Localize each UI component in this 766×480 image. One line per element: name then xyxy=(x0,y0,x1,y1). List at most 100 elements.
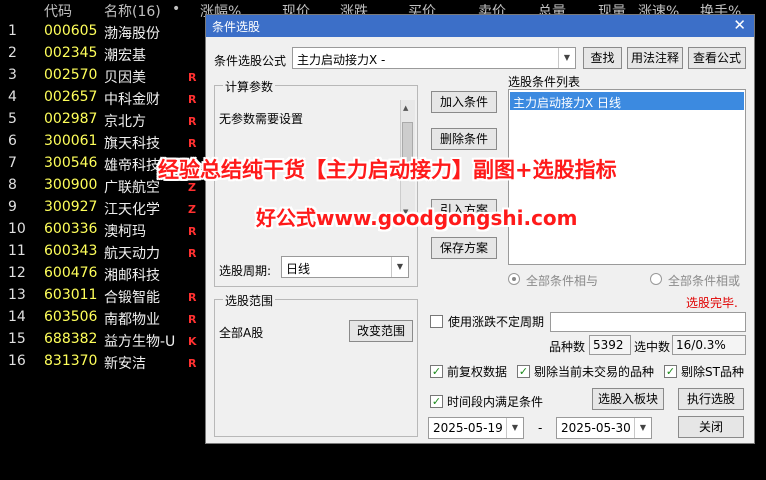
row-index: 6 xyxy=(8,133,17,149)
table-row[interactable]: 10 600336 澳柯玛 R xyxy=(0,219,210,241)
chevron-down-icon[interactable]: ▼ xyxy=(391,257,408,277)
exclude-st-checkbox[interactable]: ✓ xyxy=(664,365,677,378)
chevron-down-icon[interactable]: ▼ xyxy=(558,48,575,68)
selected-value: 16/0.3% xyxy=(676,338,726,352)
stock-code: 603011 xyxy=(44,287,98,303)
date-separator: - xyxy=(538,421,543,435)
scroll-up-icon[interactable]: ▲ xyxy=(403,104,408,112)
exclude-st-label: 剔除ST品种 xyxy=(681,365,744,379)
stock-flag: R xyxy=(188,71,197,84)
stock-code: 002570 xyxy=(44,67,98,83)
formula-select[interactable]: 主力启动接力X - ▼ xyxy=(292,47,576,69)
row-index: 13 xyxy=(8,287,26,303)
change-range-button[interactable]: 改变范围 xyxy=(349,320,413,342)
row-index: 7 xyxy=(8,155,17,171)
find-button[interactable]: 查找 xyxy=(583,47,622,69)
row-index: 9 xyxy=(8,199,17,215)
stock-flag: R xyxy=(188,313,197,326)
table-row[interactable]: 1 000605 渤海股份 xyxy=(0,21,210,43)
table-row[interactable]: 16 831370 新安洁 R xyxy=(0,351,210,373)
selected-label: 选中数 xyxy=(634,340,671,354)
period-field[interactable] xyxy=(550,312,746,332)
stock-code: 600343 xyxy=(44,243,98,259)
stock-flag: Z xyxy=(188,203,196,216)
stock-name: 潮宏基 xyxy=(104,48,146,64)
stock-name: 旗天科技 xyxy=(104,136,160,152)
stock-flag: R xyxy=(188,247,197,260)
stock-list: 1 000605 渤海股份 2 002345 潮宏基 3 002570 贝因美 R 4 0026… xyxy=(0,21,210,373)
delete-condition-button[interactable]: 删除条件 xyxy=(431,128,497,150)
save-scheme-button[interactable]: 保存方案 xyxy=(431,237,497,259)
range-value: 全部A股 xyxy=(219,326,264,340)
add-condition-button[interactable]: 加入条件 xyxy=(431,91,497,113)
row-index: 10 xyxy=(8,221,26,237)
stock-name: 益方生物-U xyxy=(104,334,176,350)
table-row[interactable]: 13 603011 合锻智能 R xyxy=(0,285,210,307)
chevron-down-icon[interactable]: ▼ xyxy=(506,418,523,438)
stock-name: 中科金财 xyxy=(104,92,160,108)
params-text: 无参数需要设置 xyxy=(219,112,304,126)
stock-code: 002657 xyxy=(44,89,98,105)
stock-code: 300061 xyxy=(44,133,98,149)
stock-name: 新安洁 xyxy=(104,356,146,372)
table-row[interactable]: 15 688382 益方生物-U K xyxy=(0,329,210,351)
stock-name: 江天化学 xyxy=(104,202,160,218)
selected-field: 16/0.3% xyxy=(672,335,746,355)
exclude-untraded-checkbox[interactable]: ✓ xyxy=(517,365,530,378)
table-row[interactable]: 9 300927 江天化学 Z xyxy=(0,197,210,219)
stock-code: 300927 xyxy=(44,199,98,215)
end-date-picker[interactable]: 2025-05-30 ▼ xyxy=(556,417,652,439)
stock-code: 600336 xyxy=(44,221,98,237)
start-date-picker[interactable]: 2025-05-19 ▼ xyxy=(428,417,524,439)
row-index: 16 xyxy=(8,353,26,369)
stock-flag: R xyxy=(188,137,197,150)
stock-name: 京北方 xyxy=(104,114,146,130)
table-row[interactable]: 11 600343 航天动力 R xyxy=(0,241,210,263)
table-row[interactable]: 4 002657 中科金财 R xyxy=(0,87,210,109)
stock-name: 合锻智能 xyxy=(104,290,160,306)
stock-name: 雄帝科技 xyxy=(104,158,160,174)
fq-checkbox[interactable]: ✓ xyxy=(430,365,443,378)
dialog-titlebar[interactable]: 条件选股 ✕ xyxy=(206,15,754,37)
row-index: 15 xyxy=(8,331,26,347)
list-item[interactable]: 主力启动接力X 日线 xyxy=(510,92,744,110)
run-selection-button[interactable]: 执行选股 xyxy=(678,388,744,410)
view-formula-button[interactable]: 查看公式 xyxy=(688,47,746,69)
usage-notes-button[interactable]: 用法注释 xyxy=(627,47,683,69)
to-block-button[interactable]: 选股入板块 xyxy=(592,388,664,410)
start-date-value: 2025-05-19 xyxy=(433,421,503,435)
period-select[interactable]: 日线 ▼ xyxy=(281,256,409,278)
range-group: 选股范围 全部A股 改变范围 xyxy=(214,292,418,437)
radio-and[interactable] xyxy=(508,273,520,285)
exclude-untraded-label: 剔除当前未交易的品种 xyxy=(534,365,655,379)
row-index: 14 xyxy=(8,309,26,325)
use-period-checkbox[interactable] xyxy=(430,315,443,328)
chevron-down-icon[interactable]: ▼ xyxy=(634,418,651,438)
table-row[interactable]: 2 002345 潮宏基 xyxy=(0,43,210,65)
stock-name: 渤海股份 xyxy=(104,26,160,42)
row-index: 1 xyxy=(8,23,17,39)
dialog-title: 条件选股 xyxy=(212,20,261,34)
table-row[interactable]: 6 300061 旗天科技 R xyxy=(0,131,210,153)
stock-name: 航天动力 xyxy=(104,246,160,262)
radio-or[interactable] xyxy=(650,273,662,285)
close-icon[interactable]: ✕ xyxy=(733,16,746,34)
radio-and-label: 全部条件相与 xyxy=(526,274,599,288)
col-code[interactable]: 代码 xyxy=(44,1,72,21)
period-label: 选股周期: xyxy=(219,264,272,278)
stock-code: 600476 xyxy=(44,265,98,281)
row-index: 8 xyxy=(8,177,17,193)
table-row[interactable]: 12 600476 湘邮科技 xyxy=(0,263,210,285)
table-row[interactable]: 14 603506 南都物业 R xyxy=(0,307,210,329)
count-value: 5392 xyxy=(593,338,624,352)
col-name[interactable]: 名称(16) xyxy=(104,1,161,21)
stock-name: 南都物业 xyxy=(104,312,160,328)
stock-flag: K xyxy=(188,335,197,348)
stock-code: 831370 xyxy=(44,353,98,369)
stock-name: 澳柯玛 xyxy=(104,224,146,240)
close-button[interactable]: 关闭 xyxy=(678,416,744,438)
condition-list-label: 选股条件列表 xyxy=(508,75,581,89)
interval-checkbox[interactable]: ✓ xyxy=(430,395,443,408)
table-row[interactable]: 3 002570 贝因美 R xyxy=(0,65,210,87)
table-row[interactable]: 5 002987 京北方 R xyxy=(0,109,210,131)
